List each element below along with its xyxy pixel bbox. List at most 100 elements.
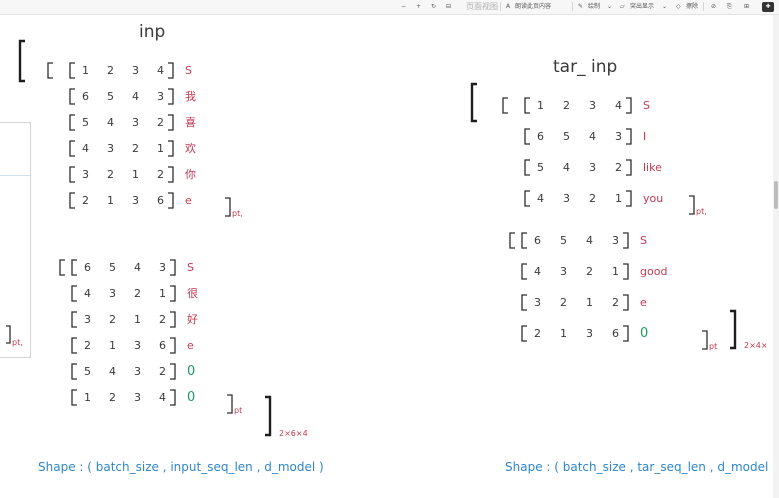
row-close-bracket <box>170 389 176 406</box>
row-close-bracket <box>623 263 629 280</box>
matrix-cell: 4 <box>82 142 89 155</box>
token-label: 0 <box>187 364 195 379</box>
row-open-bracket <box>71 337 77 354</box>
matrix-cell: 2 <box>157 168 164 181</box>
page-view-button[interactable]: 页面视图 <box>466 2 498 12</box>
token-label: S <box>187 261 194 274</box>
left-matrix: inp 1 2 3 4 S 6 5 4 3 我 5 4 3 2 喜 4 3 2 1 欢 3 2 1 2 你 2 1 3 6 e pt, 6 5 4 3… <box>18 22 324 474</box>
outer-close-bracket <box>265 395 272 437</box>
row-close-bracket <box>626 159 632 176</box>
read-aloud-icon: A <box>506 3 511 10</box>
matrix-cell: 2 <box>534 327 541 340</box>
matrix-cell: 5 <box>560 234 567 247</box>
matrix-cell: 2 <box>586 265 593 278</box>
matrix-cell: 3 <box>612 234 619 247</box>
row-open-bracket <box>524 190 530 207</box>
title-label: tar_ inp <box>553 57 617 77</box>
row-open-bracket <box>69 88 75 105</box>
matrix-cell: 6 <box>82 90 89 103</box>
block-close-bracket <box>702 330 708 350</box>
chevron-down-icon[interactable]: ⌄ <box>662 2 667 12</box>
row-close-bracket <box>168 140 174 157</box>
row-open-bracket <box>71 259 77 276</box>
title-label: inp <box>139 22 165 42</box>
toolbar-divider <box>500 2 501 11</box>
matrix-cell: 2 <box>82 194 89 207</box>
row-open-bracket <box>71 363 77 380</box>
matrix-cell: 3 <box>534 296 541 309</box>
token-label: e <box>185 194 192 207</box>
row-open-bracket <box>71 311 77 328</box>
zoom-out-button[interactable]: − <box>401 2 406 12</box>
row-close-bracket <box>170 259 176 276</box>
matrix-cell: 2 <box>84 339 91 352</box>
matrix-cell: 6 <box>84 261 91 274</box>
row-open-bracket <box>69 166 75 183</box>
matrix-cell: 1 <box>615 192 622 205</box>
matrix-cell: 6 <box>534 234 541 247</box>
disable-icon[interactable]: ⊘ <box>711 2 716 12</box>
token-label: I <box>643 130 646 143</box>
block-open-bracket <box>59 259 65 276</box>
row-close-bracket <box>168 62 174 79</box>
row-open-bracket <box>524 128 530 145</box>
matrix-cell: 3 <box>132 64 139 77</box>
matrix-cell: 5 <box>537 161 544 174</box>
erase-button[interactable]: 擦除 <box>686 2 698 12</box>
vertical-scrollbar[interactable] <box>773 15 779 498</box>
matrix-cell: 5 <box>82 116 89 129</box>
matrix-cell: 2 <box>107 64 114 77</box>
matrix-cell: 4 <box>159 391 166 404</box>
right-matrix: tar_ inp 1 2 3 4 S 6 5 4 3 I 5 4 3 2 like 4 3 2 1 you pt, 6 5 4 3… <box>470 57 777 474</box>
outer-open-bracket <box>470 82 477 123</box>
eraser-icon: ◇ <box>676 3 681 10</box>
row-open-bracket <box>524 159 530 176</box>
fit-page-icon[interactable]: ⊟ <box>446 2 451 12</box>
matrix-cell: 3 <box>586 327 593 340</box>
matrix-cell: 4 <box>534 265 541 278</box>
matrix-cell: 4 <box>134 261 141 274</box>
copy-icon[interactable]: ⎘ <box>727 2 732 12</box>
matrix-cell: 3 <box>132 194 139 207</box>
read-aloud-button[interactable]: 朗读此页内容 <box>515 2 551 12</box>
row-open-bracket <box>521 232 527 249</box>
pin-icon[interactable]: ✚ <box>762 2 774 12</box>
zoom-in-button[interactable]: + <box>416 2 421 12</box>
scroll-thumb[interactable] <box>774 181 778 209</box>
matrix-cell: 4 <box>586 234 593 247</box>
block-open-bracket <box>47 62 53 79</box>
matrix-cell: 3 <box>615 130 622 143</box>
draw-button[interactable]: 绘制 <box>588 2 600 12</box>
fullscreen-icon[interactable]: ⊞ <box>744 2 749 12</box>
matrix-cell: 2 <box>563 99 570 112</box>
matrix-cell: 2 <box>560 296 567 309</box>
matrix-cell: 2 <box>132 142 139 155</box>
token-label: 好 <box>187 312 198 326</box>
matrix-cell: 4 <box>132 90 139 103</box>
matrix-cell: 4 <box>563 161 570 174</box>
matrix-cell: 2 <box>159 365 166 378</box>
matrix-cell: 3 <box>84 313 91 326</box>
matrix-cell: 1 <box>109 339 116 352</box>
row-open-bracket <box>69 192 75 209</box>
draw-icon: ✎ <box>578 3 584 10</box>
matrix-cell: 3 <box>157 90 164 103</box>
row-close-bracket <box>170 363 176 380</box>
row-close-bracket <box>168 114 174 131</box>
matrix-cell: 2 <box>615 161 622 174</box>
row-close-bracket <box>623 294 629 311</box>
matrix-cell: 5 <box>563 130 570 143</box>
matrix-cell: 4 <box>589 130 596 143</box>
matrix-cell: 1 <box>537 99 544 112</box>
row-close-bracket <box>168 166 174 183</box>
highlight-button[interactable]: 突出显示 <box>630 2 654 12</box>
dimension-label: 2×6×4 <box>279 429 308 438</box>
matrix-cell: 3 <box>159 261 166 274</box>
token-label: 0 <box>640 326 648 341</box>
chevron-down-icon[interactable]: ⌄ <box>607 2 612 12</box>
rotate-icon[interactable]: ↻ <box>431 2 436 12</box>
token-label: 欢 <box>185 141 196 155</box>
notebook-canvas[interactable]: inp 1 2 3 4 S 6 5 4 3 我 5 4 3 2 喜 4 3 2 1 欢 3 2 1 2 你 2 1 3 6 e pt, 6 5 4 3… <box>0 15 779 498</box>
block-close-bracket <box>689 195 695 215</box>
token-label: like <box>643 161 662 174</box>
